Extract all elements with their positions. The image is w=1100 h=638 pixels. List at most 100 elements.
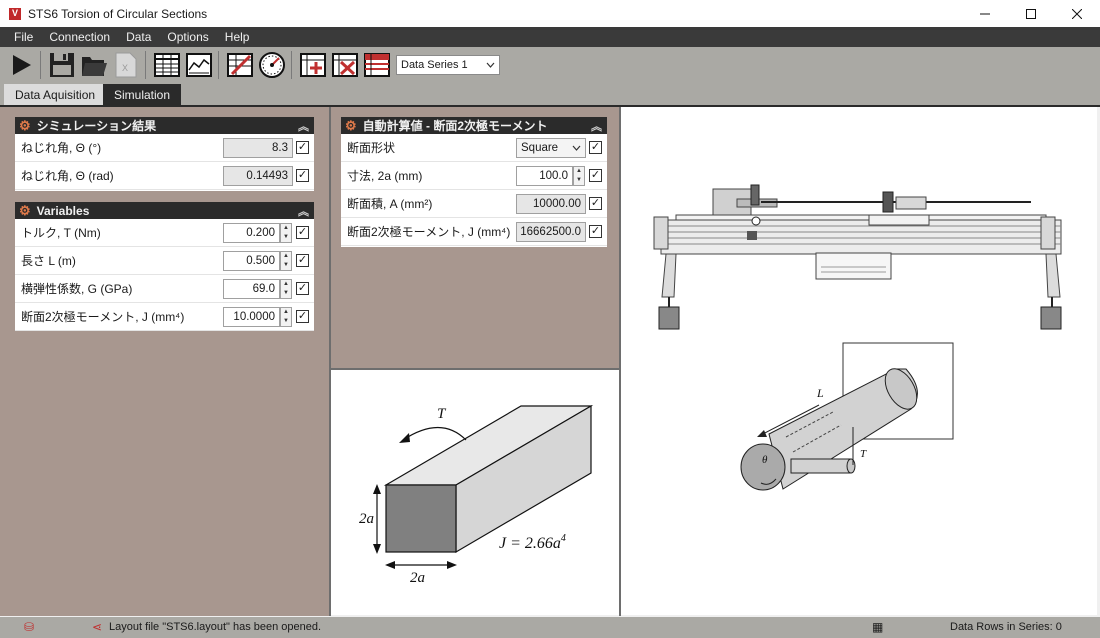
sim-results-header: ⚙ シミュレーション結果 ︽: [15, 117, 314, 134]
gear-icon: ⚙: [19, 118, 31, 133]
polar-moment-stepper[interactable]: ▲ ▼: [280, 307, 292, 327]
svg-text:X: X: [122, 63, 128, 73]
status-message: Layout file "STS6.layout" has been opene…: [109, 621, 322, 633]
tab-data-aquisition[interactable]: Data Aquisition: [4, 84, 107, 106]
run-button[interactable]: [6, 50, 36, 80]
shear-modulus-stepper[interactable]: ▲ ▼: [280, 279, 292, 299]
gauge-button[interactable]: [257, 50, 287, 80]
chevron-down-icon: [572, 145, 581, 151]
maximize-button[interactable]: [1008, 0, 1054, 27]
menu-file[interactable]: File: [0, 30, 41, 44]
data-series-select[interactable]: Data Series 1: [396, 55, 500, 75]
torque-checkbox[interactable]: ✓: [296, 226, 309, 239]
export-excel-button[interactable]: X: [111, 50, 141, 80]
dimension-checkbox[interactable]: ✓: [589, 169, 602, 182]
shaft-torque-label: T: [860, 448, 867, 460]
angle-rad-value: 0.14493: [223, 166, 293, 186]
variables-group: ⚙ Variables ︽ トルク, T (Nm) 0.200 ▲ ▼ ✓ 長さ …: [15, 202, 314, 331]
save-icon: [50, 53, 74, 77]
collapse-icon[interactable]: ︽: [591, 118, 602, 134]
width-label: 2a: [410, 570, 425, 586]
length-checkbox[interactable]: ✓: [296, 254, 309, 267]
area-checkbox[interactable]: ✓: [589, 197, 602, 210]
menu-connection[interactable]: Connection: [41, 30, 118, 44]
length-input[interactable]: 0.500: [223, 251, 280, 271]
add-row-button[interactable]: [298, 50, 328, 80]
title-bar: V STS6 Torsion of Circular Sections: [0, 0, 1100, 27]
sim-row-angle-rad: ねじれ角, Θ (rad) 0.14493 ✓: [15, 162, 314, 190]
polar-moment-input[interactable]: 10.0000: [223, 307, 280, 327]
sim-row-angle-deg: ねじれ角, Θ (°) 8.3 ✓: [15, 134, 314, 162]
sim-results-group: ⚙ シミュレーション結果 ︽ ねじれ角, Θ (°) 8.3 ✓ ねじれ角, Θ…: [15, 117, 314, 191]
collapse-icon[interactable]: ︽: [298, 203, 309, 219]
play-icon: [13, 55, 31, 75]
chart-view-button[interactable]: [184, 50, 214, 80]
gauge-icon: [259, 52, 285, 78]
test-rig-illustration: [653, 184, 1062, 330]
shape-checkbox[interactable]: ✓: [589, 141, 602, 154]
length-stepper[interactable]: ▲ ▼: [280, 251, 292, 271]
menu-options[interactable]: Options: [159, 30, 216, 44]
table-view-button[interactable]: [152, 50, 182, 80]
calc-row-shape: 断面形状 Square ✓: [341, 134, 607, 162]
edit-table-icon: [227, 53, 253, 77]
var-row-torque: トルク, T (Nm) 0.200 ▲ ▼ ✓: [15, 219, 314, 247]
calculator-icon[interactable]: ▦: [872, 620, 883, 634]
square-section-diagram: T 2a 2a J = 2.66a4: [359, 404, 594, 586]
open-button[interactable]: [79, 50, 109, 80]
shaft-torsion-illustration: L T θ: [740, 342, 954, 491]
torque-input[interactable]: 0.200: [223, 223, 280, 243]
calc-row-area: 断面積, A (mm²) 10000.00 ✓: [341, 190, 607, 218]
section-shape-select[interactable]: Square: [516, 138, 586, 158]
gear-icon: ⚙: [19, 203, 31, 218]
torque-stepper[interactable]: ▲ ▼: [280, 223, 292, 243]
folder-open-icon: [82, 57, 107, 76]
formula-label: J = 2.66a4: [499, 533, 566, 552]
collapse-icon[interactable]: ︽: [298, 118, 309, 134]
clear-table-button[interactable]: [362, 50, 392, 80]
var-row-length: 長さ L (m) 0.500 ▲ ▼ ✓: [15, 247, 314, 275]
angle-rad-checkbox[interactable]: ✓: [296, 169, 309, 182]
add-row-icon: [300, 53, 326, 77]
chevron-down-icon: [486, 62, 495, 68]
share-icon: ⋖: [92, 620, 103, 634]
torque-label: T: [437, 406, 447, 422]
tab-simulation[interactable]: Simulation: [103, 84, 182, 106]
gear-icon: ⚙: [345, 118, 357, 133]
delete-row-button[interactable]: [330, 50, 360, 80]
menu-help[interactable]: Help: [217, 30, 258, 44]
minimize-button[interactable]: [962, 0, 1008, 27]
toolbar: X Data Series 1: [0, 47, 1100, 83]
usb-icon: ⛁: [24, 620, 35, 634]
polar-moment-checkbox[interactable]: ✓: [296, 310, 309, 323]
data-rows-count: Data Rows in Series: 0: [950, 621, 1062, 633]
calc-polar-moment-checkbox[interactable]: ✓: [589, 225, 602, 238]
dimension-stepper[interactable]: ▲ ▼: [573, 166, 585, 186]
delete-row-icon: [332, 53, 358, 77]
var-row-shear-modulus: 横弾性係数, G (GPa) 69.0 ▲ ▼ ✓: [15, 275, 314, 303]
close-icon: [1072, 8, 1082, 19]
close-button[interactable]: [1054, 0, 1100, 27]
table-icon: [154, 53, 180, 77]
edit-table-button[interactable]: [225, 50, 255, 80]
chart-icon: [186, 53, 212, 77]
menu-bar: File Connection Data Options Help: [0, 27, 1100, 47]
tab-strip: Data Aquisition Simulation: [0, 83, 1100, 106]
shear-modulus-input[interactable]: 69.0: [223, 279, 280, 299]
dimension-input[interactable]: 100.0: [516, 166, 573, 186]
clear-table-icon: [364, 53, 390, 77]
polar-moment-value: 16662500.0: [516, 222, 586, 242]
var-row-polar-moment: 断面2次極モーメント, J (mm⁴) 10.0000 ▲ ▼ ✓: [15, 303, 314, 331]
excel-icon: X: [115, 52, 137, 78]
data-series-value: Data Series 1: [401, 59, 468, 71]
auto-calc-group: ⚙ 自動計算値 - 断面2次極モーメント ︽ 断面形状 Square ✓ 寸法,…: [341, 117, 607, 247]
menu-data[interactable]: Data: [118, 30, 159, 44]
height-label: 2a: [359, 511, 374, 527]
angle-label: θ: [762, 454, 768, 466]
angle-deg-checkbox[interactable]: ✓: [296, 141, 309, 154]
minimize-icon: [980, 13, 990, 14]
auto-calc-header: ⚙ 自動計算値 - 断面2次極モーメント ︽: [341, 117, 607, 134]
save-button[interactable]: [47, 50, 77, 80]
calc-row-polar-moment: 断面2次極モーメント, J (mm⁴) 16662500.0 ✓: [341, 218, 607, 246]
shear-modulus-checkbox[interactable]: ✓: [296, 282, 309, 295]
